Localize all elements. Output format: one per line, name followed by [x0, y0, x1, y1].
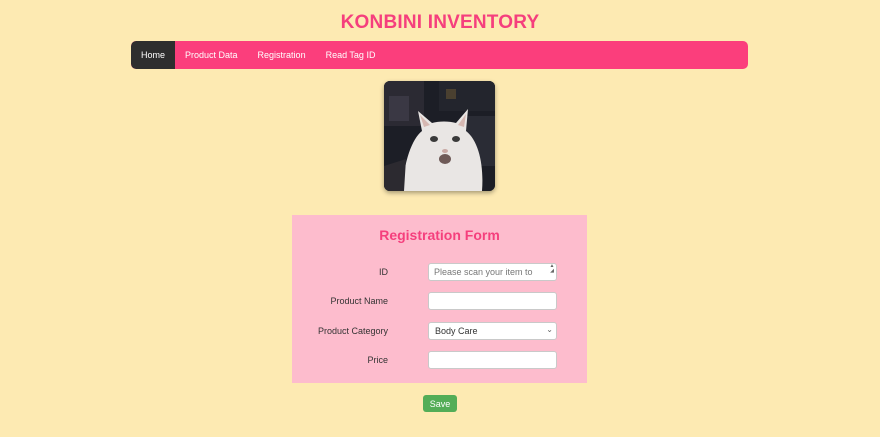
- navbar: Home Product Data Registration Read Tag …: [131, 41, 748, 69]
- save-button[interactable]: Save: [423, 395, 457, 412]
- product-category-select[interactable]: Body Care ⌄: [428, 322, 557, 340]
- registration-form: Registration Form ID ▲◢ Product Name Pro…: [292, 215, 587, 383]
- product-name-label: Product Name: [330, 296, 388, 306]
- form-title: Registration Form: [379, 227, 500, 243]
- product-category-label: Product Category: [317, 326, 388, 336]
- nav-item-product-data[interactable]: Product Data: [175, 41, 248, 69]
- resize-handle-icon[interactable]: ▲ ◢: [548, 264, 556, 280]
- product-category-value: Body Care: [435, 326, 478, 336]
- product-name-field[interactable]: [428, 292, 557, 310]
- chevron-down-icon: ⌄: [546, 325, 553, 334]
- price-label: Price: [367, 355, 388, 365]
- id-label: ID: [379, 267, 388, 277]
- nav-item-home[interactable]: Home: [131, 41, 176, 69]
- cat-photo: [384, 81, 495, 191]
- page-title: KONBINI INVENTORY: [340, 12, 540, 33]
- cat-image: [384, 81, 495, 191]
- nav-item-registration[interactable]: Registration: [248, 41, 316, 69]
- price-field[interactable]: [428, 351, 557, 369]
- nav-item-read-tag-id[interactable]: Read Tag ID: [316, 41, 386, 69]
- id-field[interactable]: [428, 263, 557, 281]
